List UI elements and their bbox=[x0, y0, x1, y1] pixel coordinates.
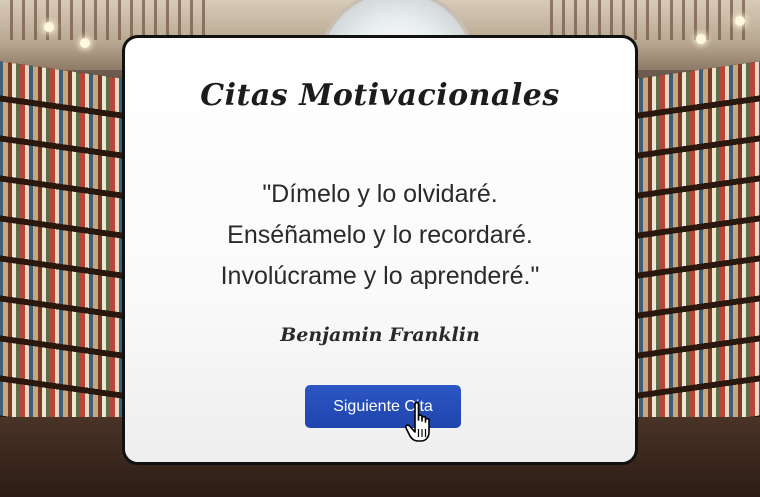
hand-pointer-icon bbox=[404, 401, 430, 442]
balcony-railing-right bbox=[550, 0, 750, 40]
balcony-railing-left bbox=[10, 0, 210, 40]
quote-line: Enséñamelo y lo recordaré. bbox=[227, 221, 533, 249]
ceiling-lamp bbox=[696, 34, 706, 44]
bookshelf-right bbox=[630, 60, 760, 460]
quote-author: Benjamin Franklin bbox=[280, 324, 480, 346]
quote-line: "Dímelo y lo olvidaré. bbox=[262, 180, 498, 208]
card-title: Citas Motivacionales bbox=[200, 78, 560, 113]
bookshelf-left bbox=[0, 60, 130, 460]
ceiling-lamp bbox=[44, 22, 54, 32]
quote-card: Citas Motivacionales "Dímelo y lo olvida… bbox=[122, 35, 638, 465]
quote-text: "Dímelo y lo olvidaré. Enséñamelo y lo r… bbox=[125, 174, 635, 297]
ceiling-lamp bbox=[80, 38, 90, 48]
ceiling-lamp bbox=[735, 16, 745, 26]
quote-line: Involúcrame y lo aprenderé." bbox=[220, 262, 540, 290]
